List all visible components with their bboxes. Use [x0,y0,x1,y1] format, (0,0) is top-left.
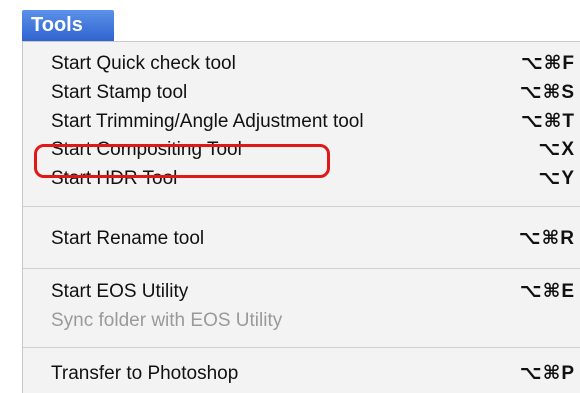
menu-separator [23,206,580,207]
menu-item-label: Start Stamp tool [51,82,188,103]
menu-item-shortcut: ⌥X [538,139,575,160]
menu-item-start-stamp-tool[interactable]: Start Stamp tool ⌥⌘S [47,78,577,108]
menu-item-start-trimming-angle-adjustment-tool[interactable]: Start Trimming/Angle Adjustment tool ⌥⌘T [47,107,577,137]
menu-item-start-quick-check-tool[interactable]: Start Quick check tool ⌥⌘F [47,49,577,79]
menu-item-label: Start Quick check tool [51,53,236,74]
menu-item-label: Start EOS Utility [51,281,189,302]
menu-title-tools[interactable]: Tools [22,10,114,41]
highlight-ring-annotation [34,144,330,178]
tools-menu-dropdown: Start Quick check tool ⌥⌘F Start Stamp t… [22,41,580,393]
menu-item-shortcut: ⌥⌘R [518,228,575,249]
menu-item-shortcut: ⌥⌘F [520,53,575,74]
menu-item-start-eos-utility[interactable]: Start EOS Utility ⌥⌘E [47,277,577,307]
menu-item-shortcut: ⌥⌘P [519,363,575,384]
menu-separator [23,347,580,348]
menu-item-sync-folder-with-eos-utility: Sync folder with EOS Utility [47,306,577,336]
menu-item-label: Start Rename tool [51,228,205,249]
menu-item-transfer-to-photoshop[interactable]: Transfer to Photoshop ⌥⌘P [47,359,577,389]
menu-item-shortcut: ⌥⌘E [519,281,575,302]
menu-item-label: Sync folder with EOS Utility [51,310,283,331]
menu-separator [23,268,580,269]
menu-item-label: Start Trimming/Angle Adjustment tool [51,111,364,132]
menu-item-label: Transfer to Photoshop [51,363,239,384]
screenshot-stage: Tools Start Quick check tool ⌥⌘F Start S… [0,0,580,393]
menu-item-shortcut: ⌥⌘T [520,111,575,132]
menu-item-shortcut: ⌥⌘S [519,82,575,103]
menu-item-shortcut: ⌥Y [538,168,575,189]
menu-item-start-rename-tool[interactable]: Start Rename tool ⌥⌘R [47,224,577,254]
